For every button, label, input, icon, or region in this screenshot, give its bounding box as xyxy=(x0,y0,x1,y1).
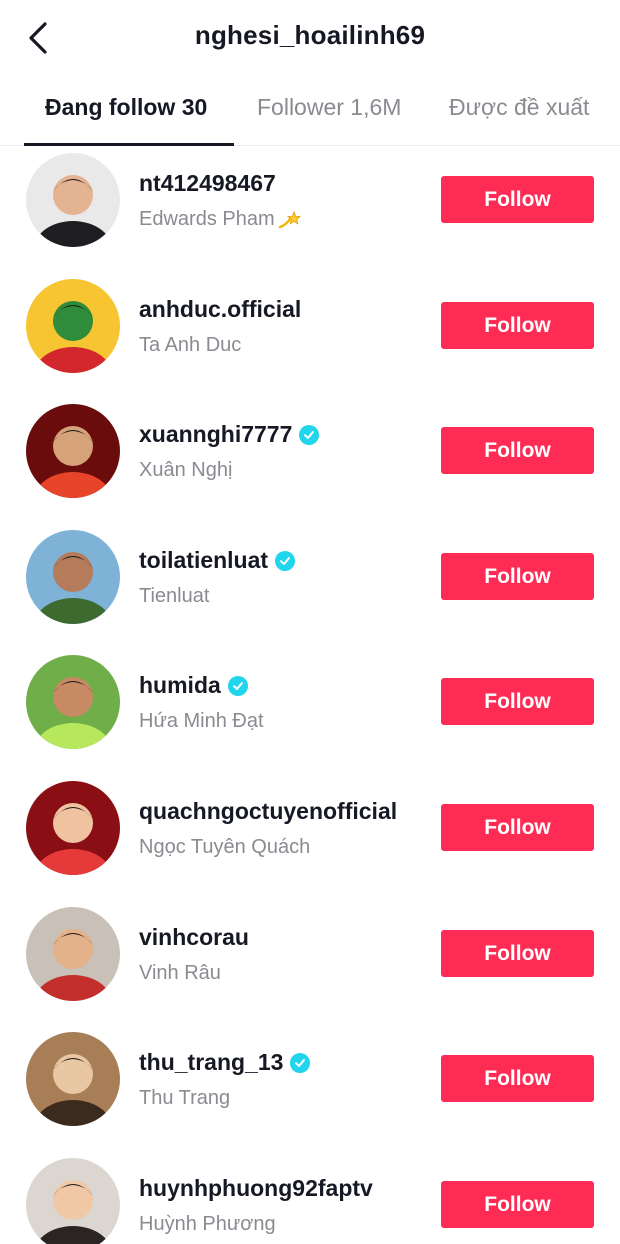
follow-button[interactable]: Follow xyxy=(441,553,594,600)
username[interactable]: xuannghi7777 xyxy=(139,421,292,448)
display-name-text: Thu Trang xyxy=(139,1087,231,1109)
username[interactable]: quachngoctuyenofficial xyxy=(139,798,397,825)
verified-badge-icon xyxy=(290,1052,311,1073)
avatar[interactable] xyxy=(26,781,120,875)
verified-badge-icon xyxy=(227,675,248,696)
follow-button[interactable]: Follow xyxy=(441,804,594,851)
avatar-photo-icon xyxy=(26,1158,120,1244)
username-line: humida xyxy=(139,672,248,699)
username-line: huynhphuong92faptv xyxy=(139,1175,373,1202)
username[interactable]: nt412498467 xyxy=(139,170,276,197)
avatar-photo-icon xyxy=(26,279,120,373)
username-line: xuannghi7777 xyxy=(139,421,320,448)
list-item[interactable]: nt412498467 Edwards Pham Follow xyxy=(0,146,620,272)
display-name-text: Tienluat xyxy=(139,585,210,607)
display-name-text: Hứa Minh Đạt xyxy=(139,710,264,732)
follow-button[interactable]: Follow xyxy=(441,930,594,977)
display-name: Xuân Nghị xyxy=(139,459,232,482)
follow-button[interactable]: Follow xyxy=(441,678,594,725)
avatar[interactable] xyxy=(26,907,120,1001)
avatar-photo-icon xyxy=(26,153,120,247)
avatar[interactable] xyxy=(26,404,120,498)
follow-button[interactable]: Follow xyxy=(441,1181,594,1228)
list-item[interactable]: toilatienluat Tienluat Follow xyxy=(0,523,620,649)
display-name-text: Huỳnh Phương xyxy=(139,1213,276,1235)
avatar[interactable] xyxy=(26,1158,120,1244)
username-line: toilatienluat xyxy=(139,547,296,574)
username-line: nt412498467 xyxy=(139,170,276,197)
avatar[interactable] xyxy=(26,530,120,624)
list-item[interactable]: humida Hứa Minh Đạt Follow xyxy=(0,648,620,774)
tab-followers[interactable]: Follower 1,6M xyxy=(257,94,401,121)
tab-suggested[interactable]: Được đề xuất xyxy=(449,94,589,121)
avatar-photo-icon xyxy=(26,907,120,1001)
avatar[interactable] xyxy=(26,279,120,373)
username[interactable]: humida xyxy=(139,672,221,699)
avatar-photo-icon xyxy=(26,404,120,498)
display-name-text: Ta Anh Duc xyxy=(139,334,242,356)
display-name: Ta Anh Duc xyxy=(139,334,241,357)
display-name: Thu Trang xyxy=(139,1087,230,1110)
username[interactable]: anhduc.official xyxy=(139,296,301,323)
display-name-text: Xuân Nghị xyxy=(139,459,233,481)
username-line: vinhcorau xyxy=(139,924,249,951)
display-name: Vinh Râu xyxy=(139,962,221,985)
top-bar: nghesi_hoailinh69 xyxy=(0,0,620,72)
tab-bar: Đang follow 30 Follower 1,6M Được đề xuấ… xyxy=(0,80,620,146)
username-line: quachngoctuyenofficial xyxy=(139,798,397,825)
username-line: anhduc.official xyxy=(139,296,301,323)
follow-button[interactable]: Follow xyxy=(441,1055,594,1102)
avatar-photo-icon xyxy=(26,1032,120,1126)
avatar[interactable] xyxy=(26,1032,120,1126)
follow-button[interactable]: Follow xyxy=(441,427,594,474)
list-item[interactable]: xuannghi7777 Xuân Nghị Follow xyxy=(0,397,620,523)
list-item[interactable]: anhduc.official Ta Anh Duc Follow xyxy=(0,272,620,398)
avatar-photo-icon xyxy=(26,655,120,749)
display-name-text: Vinh Râu xyxy=(139,962,221,984)
list-item[interactable]: vinhcorau Vinh Râu Follow xyxy=(0,900,620,1026)
avatar-photo-icon xyxy=(26,781,120,875)
display-name-text: Edwards Pham xyxy=(139,208,275,230)
display-name-text: Ngọc Tuyên Quách xyxy=(139,836,311,858)
username[interactable]: toilatienluat xyxy=(139,547,268,574)
follow-button[interactable]: Follow xyxy=(441,176,594,223)
avatar-photo-icon xyxy=(26,530,120,624)
list-item[interactable]: thu_trang_13 Thu Trang Follow xyxy=(0,1025,620,1151)
display-name: Tienluat xyxy=(139,585,209,608)
avatar[interactable] xyxy=(26,153,120,247)
tab-following[interactable]: Đang follow 30 xyxy=(45,94,207,121)
username[interactable]: huynhphuong92faptv xyxy=(139,1175,373,1202)
page-title: nghesi_hoailinh69 xyxy=(194,20,426,50)
follow-button[interactable]: Follow xyxy=(441,302,594,349)
dizzy-icon xyxy=(277,210,301,230)
verified-badge-icon xyxy=(275,550,296,571)
display-name: Edwards Pham xyxy=(139,208,301,231)
list-item[interactable]: huynhphuong92faptv Huỳnh Phương Follow xyxy=(0,1151,620,1244)
avatar[interactable] xyxy=(26,655,120,749)
display-name: Huỳnh Phương xyxy=(139,1213,276,1236)
username[interactable]: thu_trang_13 xyxy=(139,1049,283,1076)
username[interactable]: vinhcorau xyxy=(139,924,249,951)
verified-badge-icon xyxy=(299,424,320,445)
display-name: Ngọc Tuyên Quách xyxy=(139,836,310,859)
username-line: thu_trang_13 xyxy=(139,1049,311,1076)
display-name: Hứa Minh Đạt xyxy=(139,710,264,733)
list-item[interactable]: quachngoctuyenofficial Ngọc Tuyên Quách Fo… xyxy=(0,774,620,900)
